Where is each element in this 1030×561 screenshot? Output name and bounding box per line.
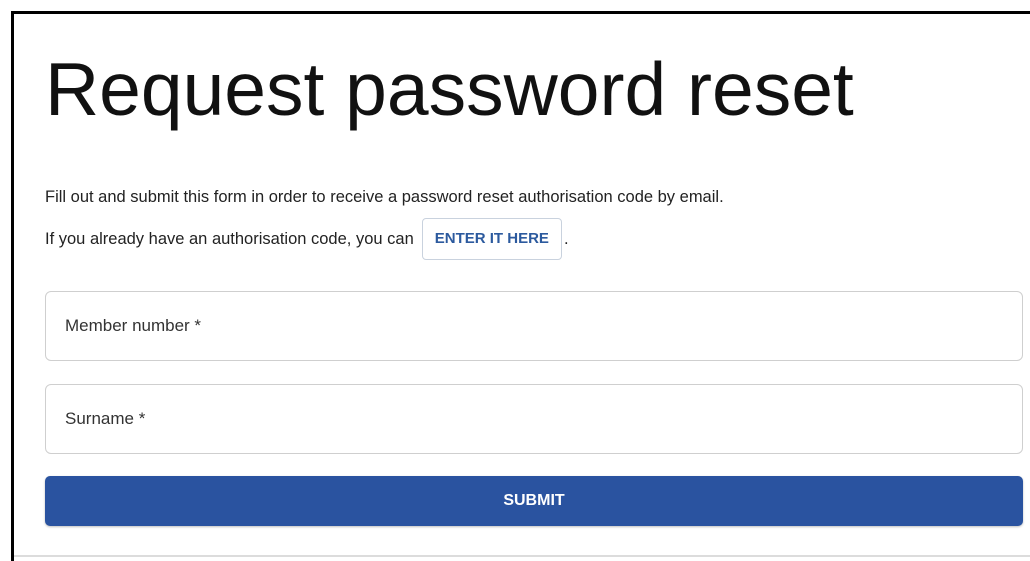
page-frame: Request password reset Fill out and subm… (11, 11, 1030, 561)
authorisation-code-prompt: If you already have an authorisation cod… (45, 229, 414, 248)
sentence-period: . (563, 229, 569, 248)
enter-it-here-button[interactable]: ENTER IT HERE (421, 218, 562, 260)
submit-button[interactable]: SUBMIT (45, 476, 1023, 526)
surname-field[interactable]: Surname * (45, 384, 1023, 454)
intro-text: Fill out and submit this form in order t… (45, 188, 724, 206)
member-number-label: Member number * (65, 316, 202, 335)
bottom-divider (14, 555, 1030, 557)
page-title: Request password reset (45, 47, 854, 131)
submit-button-label: SUBMIT (503, 492, 565, 509)
member-number-field[interactable]: Member number * (45, 291, 1023, 361)
authorisation-code-line: If you already have an authorisation cod… (45, 218, 569, 260)
surname-label: Surname * (65, 409, 146, 428)
